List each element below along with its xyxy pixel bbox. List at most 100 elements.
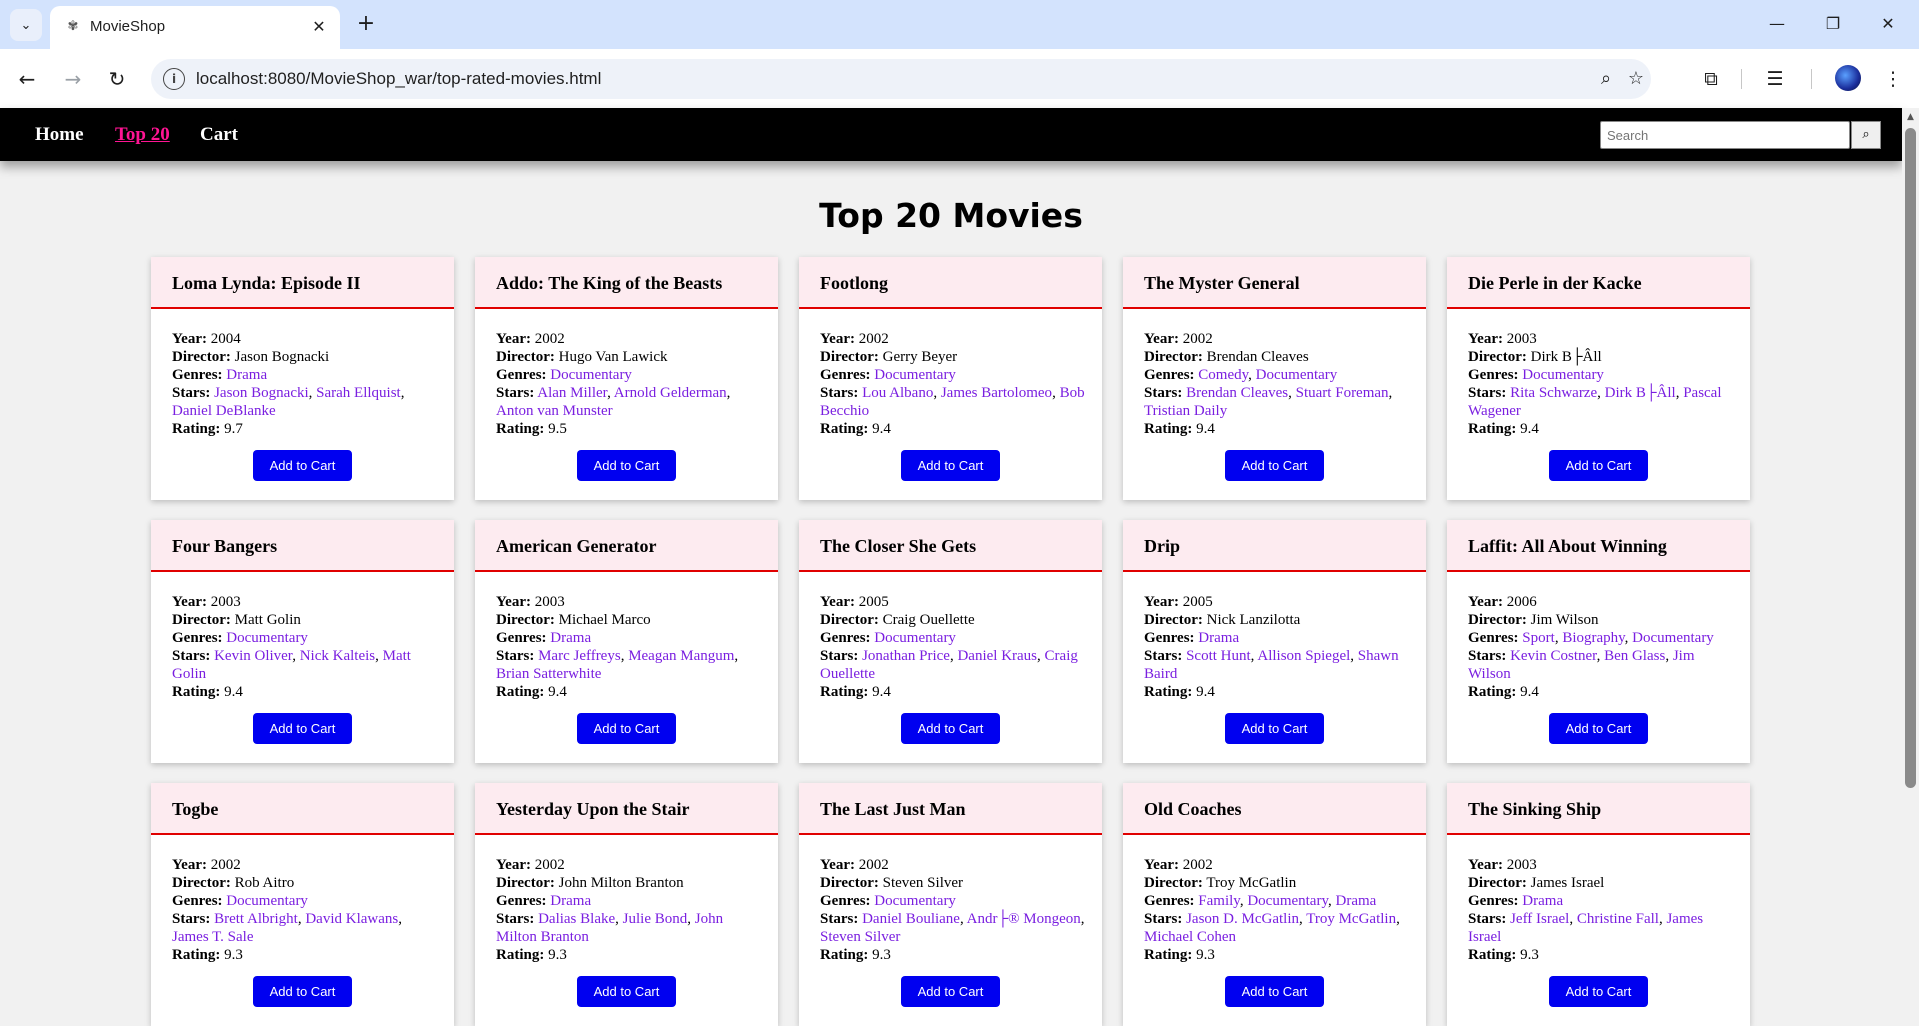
genre-link[interactable]: Biography	[1562, 630, 1624, 646]
star-link[interactable]: Daniel Kraus	[957, 648, 1037, 664]
back-icon[interactable]: ←	[12, 64, 42, 94]
star-link[interactable]: Stuart Foreman	[1296, 385, 1389, 401]
star-link[interactable]: Dalias Blake	[538, 911, 615, 927]
genre-link[interactable]: Drama	[550, 630, 591, 646]
movie-title[interactable]: Four Bangers	[172, 536, 277, 557]
scroll-up-icon[interactable]: ▲	[1905, 112, 1916, 122]
extensions-icon[interactable]: ⧉	[1695, 63, 1727, 95]
movie-title[interactable]: The Closer She Gets	[820, 536, 976, 557]
genre-link[interactable]: Family	[1198, 893, 1240, 909]
add-to-cart-button[interactable]: Add to Cart	[901, 976, 1000, 1007]
star-link[interactable]: Allison Spiegel	[1257, 648, 1350, 664]
star-link[interactable]: Jeff Israel	[1510, 911, 1569, 927]
star-link[interactable]: Daniel Bouliane	[862, 911, 960, 927]
star-link[interactable]: Jason D. McGatlin	[1186, 911, 1299, 927]
star-link[interactable]: Michael Cohen	[1144, 929, 1236, 945]
star-link[interactable]: Daniel DeBlanke	[172, 403, 276, 419]
add-to-cart-button[interactable]: Add to Cart	[901, 713, 1000, 744]
genre-link[interactable]: Drama	[1522, 893, 1563, 909]
genre-link[interactable]: Documentary	[874, 630, 956, 646]
movie-title[interactable]: Drip	[1144, 536, 1180, 557]
star-link[interactable]: Marc Jeffreys	[538, 648, 621, 664]
search-input[interactable]	[1600, 121, 1850, 149]
add-to-cart-button[interactable]: Add to Cart	[577, 713, 676, 744]
star-link[interactable]: Tristian Daily	[1144, 403, 1227, 419]
movie-title[interactable]: The Myster General	[1144, 273, 1300, 294]
add-to-cart-button[interactable]: Add to Cart	[1225, 976, 1324, 1007]
add-to-cart-button[interactable]: Add to Cart	[253, 450, 352, 481]
add-to-cart-button[interactable]: Add to Cart	[1549, 976, 1648, 1007]
add-to-cart-button[interactable]: Add to Cart	[1549, 713, 1648, 744]
star-link[interactable]: Brendan Cleaves	[1186, 385, 1288, 401]
add-to-cart-button[interactable]: Add to Cart	[577, 976, 676, 1007]
close-tab-icon[interactable]: ✕	[308, 16, 330, 38]
site-info-icon[interactable]: i	[163, 68, 185, 90]
genre-link[interactable]: Documentary	[550, 367, 632, 383]
address-bar[interactable]: i localhost:8080/MovieShop_war/top-rated…	[151, 59, 1651, 99]
nav-link-top-20[interactable]: Top 20	[115, 124, 170, 146]
star-link[interactable]: Steven Silver	[820, 929, 900, 945]
genre-link[interactable]: Documentary	[226, 630, 308, 646]
star-link[interactable]: Meagan Mangum	[628, 648, 734, 664]
add-to-cart-button[interactable]: Add to Cart	[901, 450, 1000, 481]
reading-list-icon[interactable]: ☰	[1759, 63, 1791, 95]
movie-title[interactable]: Die Perle in der Kacke	[1468, 273, 1642, 294]
add-to-cart-button[interactable]: Add to Cart	[253, 976, 352, 1007]
genre-link[interactable]: Documentary	[226, 893, 308, 909]
search-button[interactable]: ⌕	[1851, 121, 1881, 149]
bookmark-star-icon[interactable]: ☆	[1624, 67, 1648, 91]
movie-title[interactable]: American Generator	[496, 536, 656, 557]
genre-link[interactable]: Drama	[550, 893, 591, 909]
movie-title[interactable]: Togbe	[172, 799, 218, 820]
movie-title[interactable]: Addo: The King of the Beasts	[496, 273, 722, 294]
tab-search-button[interactable]: ⌄	[10, 9, 42, 41]
new-tab-button[interactable]: +	[352, 10, 380, 38]
window-close-icon[interactable]: ✕	[1873, 10, 1903, 38]
genre-link[interactable]: Documentary	[874, 893, 956, 909]
minimize-icon[interactable]: —	[1762, 10, 1792, 38]
browser-tab[interactable]: ✾ MovieShop ✕	[50, 6, 340, 49]
star-link[interactable]: Arnold Gelderman	[614, 385, 727, 401]
star-link[interactable]: Kevin Costner	[1510, 648, 1596, 664]
movie-title[interactable]: Old Coaches	[1144, 799, 1242, 820]
more-menu-icon[interactable]: ⋮	[1877, 63, 1909, 95]
star-link[interactable]: Rita Schwarze	[1510, 385, 1597, 401]
movie-title[interactable]: The Sinking Ship	[1468, 799, 1601, 820]
star-link[interactable]: David Klawans	[305, 911, 398, 927]
movie-title[interactable]: Footlong	[820, 273, 888, 294]
star-link[interactable]: Kevin Oliver	[214, 648, 292, 664]
star-link[interactable]: Sarah Ellquist	[316, 385, 401, 401]
star-link[interactable]: Troy McGatlin	[1306, 911, 1396, 927]
add-to-cart-button[interactable]: Add to Cart	[1225, 450, 1324, 481]
star-link[interactable]: James T. Sale	[172, 929, 254, 945]
forward-icon[interactable]: →	[58, 64, 88, 94]
add-to-cart-button[interactable]: Add to Cart	[1549, 450, 1648, 481]
star-link[interactable]: Brian Satterwhite	[496, 666, 601, 682]
star-link[interactable]: Julie Bond	[623, 911, 688, 927]
genre-link[interactable]: Documentary	[1632, 630, 1714, 646]
genre-link[interactable]: Drama	[1198, 630, 1239, 646]
reload-icon[interactable]: ↻	[102, 64, 132, 94]
star-link[interactable]: Lou Albano	[862, 385, 933, 401]
add-to-cart-button[interactable]: Add to Cart	[253, 713, 352, 744]
genre-link[interactable]: Documentary	[874, 367, 956, 383]
profile-avatar[interactable]	[1835, 65, 1861, 91]
star-link[interactable]: James Bartolomeo	[941, 385, 1052, 401]
star-link[interactable]: Anton van Munster	[496, 403, 613, 419]
movie-title[interactable]: The Last Just Man	[820, 799, 966, 820]
star-link[interactable]: Dirk B├Âll	[1605, 385, 1676, 401]
star-link[interactable]: Andr├® Mongeon	[967, 911, 1081, 927]
zoom-icon[interactable]: ⌕	[1594, 67, 1618, 91]
nav-link-home[interactable]: Home	[35, 124, 84, 146]
genre-link[interactable]: Documentary	[1247, 893, 1328, 909]
genre-link[interactable]: Documentary	[1522, 367, 1604, 383]
url-text[interactable]: localhost:8080/MovieShop_war/top-rated-m…	[196, 69, 601, 89]
scrollbar-thumb[interactable]	[1905, 128, 1916, 788]
nav-link-cart[interactable]: Cart	[200, 124, 238, 146]
star-link[interactable]: Scott Hunt	[1186, 648, 1251, 664]
genre-link[interactable]: Drama	[226, 367, 267, 383]
add-to-cart-button[interactable]: Add to Cart	[1225, 713, 1324, 744]
restore-icon[interactable]: ❐	[1818, 10, 1848, 38]
star-link[interactable]: Christine Fall	[1577, 911, 1659, 927]
movie-title[interactable]: Laffit: All About Winning	[1468, 536, 1667, 557]
